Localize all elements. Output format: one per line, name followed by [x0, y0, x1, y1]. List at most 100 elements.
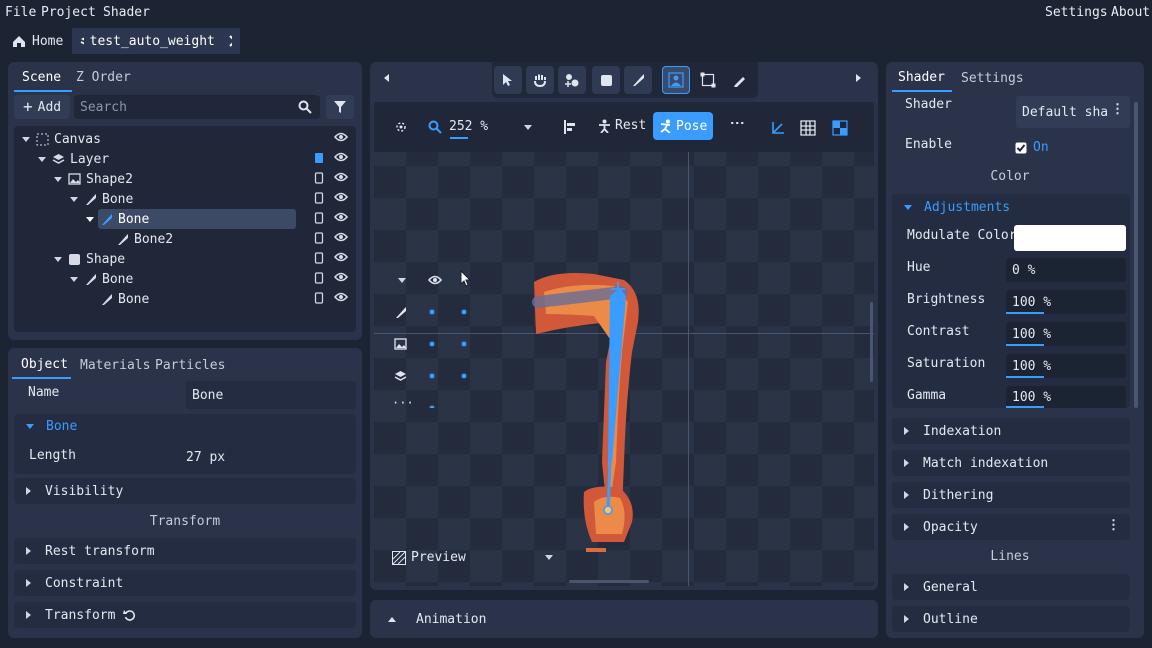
contrast-slider[interactable]: 100 %	[1006, 322, 1126, 346]
outline-section[interactable]: Outline	[892, 606, 1130, 632]
eye-icon[interactable]	[333, 271, 349, 287]
ellipsis-icon[interactable]: ···	[392, 396, 414, 410]
shader-select[interactable]: Default sha ⋮	[1016, 96, 1130, 128]
clip-icon[interactable]	[314, 271, 324, 288]
add-button[interactable]: + Add	[14, 95, 70, 119]
eye-icon[interactable]	[333, 131, 349, 147]
opacity-section[interactable]: Opacity ⋮	[892, 514, 1130, 540]
eye-icon[interactable]	[333, 231, 349, 247]
tab-zorder[interactable]: Z Order	[76, 70, 131, 85]
match-indexation-section[interactable]: Match indexation	[892, 450, 1130, 476]
scroll-right-icon[interactable]	[856, 74, 861, 82]
preview-dropdown[interactable]: Preview	[392, 550, 553, 565]
tree-item-shape2[interactable]: Shape2	[14, 169, 356, 189]
bone-tool[interactable]	[624, 66, 652, 94]
length-value[interactable]: 27 px	[186, 450, 225, 465]
rest-toggle[interactable]: Rest	[598, 118, 646, 133]
tree-item-bone[interactable]: Bone	[14, 289, 356, 309]
tab-scene[interactable]: Scene	[22, 70, 61, 85]
add-shape-tool[interactable]	[558, 66, 586, 94]
eye-icon[interactable]	[333, 211, 349, 227]
shape-tool[interactable]	[592, 66, 620, 94]
menu-settings[interactable]: Settings	[1045, 5, 1108, 20]
axes-icon[interactable]	[770, 120, 786, 136]
eye-icon[interactable]	[333, 251, 349, 267]
eye-icon[interactable]	[333, 171, 349, 187]
eye-icon[interactable]	[333, 291, 349, 307]
close-icon[interactable]	[229, 35, 232, 47]
tab-settings[interactable]: Settings	[961, 71, 1024, 86]
more-icon[interactable]: ⋮	[729, 116, 745, 127]
zoom-dropdown-icon[interactable]	[524, 125, 532, 130]
transform-tool[interactable]	[694, 66, 722, 94]
visibility-section[interactable]: Visibility	[14, 478, 356, 504]
tab-shader[interactable]: Shader	[898, 70, 945, 85]
panel-scrollbar[interactable]	[1134, 102, 1138, 408]
tab-particles[interactable]: Particles	[155, 358, 225, 373]
eye-icon[interactable]	[333, 151, 349, 167]
menu-shader[interactable]: Shader	[103, 5, 150, 20]
gamma-slider[interactable]: 100 %	[1006, 386, 1126, 408]
center-view-icon[interactable]	[394, 120, 408, 134]
general-section[interactable]: General	[892, 574, 1130, 600]
menu-file[interactable]: File	[5, 5, 36, 20]
saturation-slider[interactable]: 100 %	[1006, 354, 1126, 378]
tree-item-shape[interactable]: Shape	[14, 249, 356, 269]
animation-panel[interactable]: Animation	[370, 600, 878, 638]
pencil-tool[interactable]	[726, 66, 754, 94]
bone-section-header[interactable]: Bone	[14, 419, 77, 434]
clip-icon[interactable]	[314, 191, 324, 208]
menu-project[interactable]: Project	[41, 5, 96, 20]
pan-tool[interactable]	[526, 66, 554, 94]
transform-section[interactable]: Transform	[14, 602, 356, 628]
scroll-left-icon[interactable]	[384, 74, 389, 82]
name-field[interactable]: Bone	[186, 381, 356, 409]
horizontal-scrollbar[interactable]	[569, 580, 649, 583]
tab-materials[interactable]: Materials	[80, 358, 150, 373]
clip-icon[interactable]	[314, 231, 324, 248]
select-tool[interactable]	[494, 66, 522, 94]
chevron-down-icon[interactable]	[398, 278, 406, 283]
checker-icon[interactable]	[832, 120, 848, 136]
hue-slider[interactable]: 0 %	[1006, 258, 1126, 282]
brightness-slider[interactable]: 100 %	[1006, 290, 1126, 314]
tree-item-bone[interactable]: Bone	[14, 269, 356, 289]
clip-icon[interactable]	[314, 211, 324, 228]
tree-item-bone-selected[interactable]: Bone	[14, 209, 356, 229]
weight-tool[interactable]	[662, 66, 690, 94]
search-input[interactable]: Search	[74, 95, 320, 119]
zoom-level[interactable]: 252 %	[449, 119, 488, 134]
adjustments-header[interactable]: Adjustments	[892, 200, 1010, 215]
align-icon[interactable]	[564, 120, 576, 134]
filter-button[interactable]	[326, 95, 354, 119]
clip-icon[interactable]	[314, 151, 324, 168]
dithering-section[interactable]: Dithering	[892, 482, 1130, 508]
more-icon[interactable]: ⋮	[1111, 102, 1124, 117]
tree-item-canvas[interactable]: Canvas	[14, 129, 356, 149]
menu-about[interactable]: About	[1111, 5, 1150, 20]
tree-item-bone[interactable]: Bone	[14, 189, 356, 209]
tab-object[interactable]: Object	[21, 357, 68, 372]
pose-toggle[interactable]: Pose	[653, 112, 713, 140]
clip-icon[interactable]	[314, 291, 324, 308]
tree-item-bone2[interactable]: Bone2	[14, 229, 356, 249]
enable-checkbox[interactable]: On	[1015, 140, 1049, 155]
clip-icon[interactable]	[314, 251, 324, 268]
rest-transform-section[interactable]: Rest transform	[14, 538, 356, 564]
tree-item-layer[interactable]: Layer	[14, 149, 356, 169]
modulate-color-swatch[interactable]	[1014, 225, 1126, 251]
constraint-section[interactable]: Constraint	[14, 570, 356, 596]
character-sprite[interactable]	[524, 252, 664, 552]
reset-icon[interactable]	[123, 609, 136, 622]
eye-icon[interactable]	[333, 191, 349, 207]
clip-icon[interactable]	[314, 171, 324, 188]
tab-home[interactable]: Home	[4, 28, 71, 54]
vertical-scrollbar[interactable]	[870, 302, 873, 382]
more-icon[interactable]: ⋮	[1107, 518, 1120, 533]
canvas-viewport[interactable]: 252 % Rest Pose ⋮ ··· Preview	[374, 102, 874, 586]
visibility-dots[interactable]	[426, 308, 486, 408]
tab-file[interactable]: test_auto_weight	[72, 28, 240, 54]
eye-icon[interactable]	[428, 274, 442, 286]
grid-icon[interactable]	[800, 120, 816, 136]
indexation-section[interactable]: Indexation	[892, 418, 1130, 444]
